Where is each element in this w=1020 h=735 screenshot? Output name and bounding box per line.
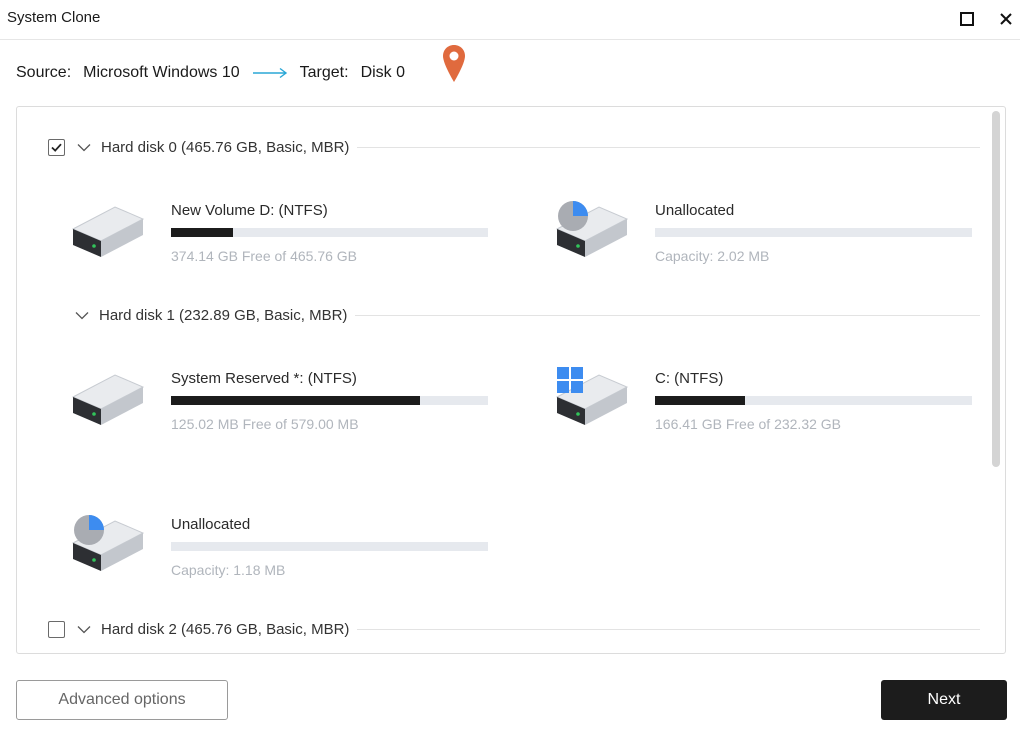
advanced-options-button[interactable]: Advanced options (16, 680, 228, 720)
disk-1-label: Hard disk 1 (232.89 GB, Basic, MBR) (99, 306, 348, 324)
usage-bar-fill (171, 228, 234, 237)
partition-card-system-reserved[interactable]: System Reserved *: (NTFS) 125.02 MB Free… (69, 365, 509, 445)
close-icon (1000, 13, 1012, 25)
partition-info: Capacity: 1.18 MB (171, 562, 286, 578)
disk-0-label: Hard disk 0 (465.76 GB, Basic, MBR) (101, 138, 350, 156)
source-value: Microsoft Windows 10 (83, 64, 240, 81)
partition-name: Unallocated (171, 516, 251, 533)
drive-icon (69, 365, 145, 431)
usage-bar (171, 542, 488, 551)
disk-header-1: Hard disk 1 (232.89 GB, Basic, MBR) (75, 305, 980, 325)
usage-bar-fill (171, 396, 420, 405)
unallocated-drive-icon (69, 515, 145, 577)
disk-2-checkbox[interactable] (48, 620, 65, 638)
partition-card-unallocated-0[interactable]: Unallocated Capacity: 2.02 MB (553, 197, 993, 277)
chevron-down-icon[interactable] (77, 143, 91, 152)
window-title: System Clone (7, 9, 101, 26)
checkmark-icon (51, 143, 62, 152)
partition-info: 374.14 GB Free of 465.76 GB (171, 248, 358, 264)
source-target-line: Source: Microsoft Windows 10 Target: Dis… (16, 64, 405, 82)
maximize-icon (960, 12, 974, 26)
source-label: Source: (16, 64, 72, 81)
target-value: Disk 0 (360, 64, 406, 81)
partition-name: System Reserved *: (NTFS) (171, 370, 357, 387)
unallocated-drive-icon (553, 201, 629, 263)
divider (357, 628, 980, 630)
usage-bar (655, 396, 972, 405)
divider (357, 146, 980, 148)
disk-0-checkbox[interactable] (48, 138, 65, 156)
disk-list-panel: Hard disk 0 (465.76 GB, Basic, MBR) New … (16, 106, 1006, 654)
location-pin-icon (442, 44, 466, 89)
partition-card-new-volume-d[interactable]: New Volume D: (NTFS) 374.14 GB Free of 4… (69, 197, 509, 277)
partition-name: C: (NTFS) (655, 370, 724, 387)
disk-header-0: Hard disk 0 (465.76 GB, Basic, MBR) (48, 137, 980, 157)
close-button[interactable] (995, 8, 1017, 30)
usage-bar-fill (655, 396, 746, 405)
maximize-button[interactable] (956, 8, 978, 30)
partition-info: 125.02 MB Free of 579.00 MB (171, 416, 359, 432)
partition-card-c[interactable]: C: (NTFS) 166.41 GB Free of 232.32 GB (553, 365, 993, 445)
next-button[interactable]: Next (881, 680, 1007, 720)
partition-info: Capacity: 2.02 MB (655, 248, 770, 264)
usage-bar (171, 396, 488, 405)
disk-2-label: Hard disk 2 (465.76 GB, Basic, MBR) (101, 620, 350, 638)
disk-header-2: Hard disk 2 (465.76 GB, Basic, MBR) (48, 619, 980, 639)
chevron-down-icon[interactable] (77, 625, 91, 634)
partition-card-unallocated-1[interactable]: Unallocated Capacity: 1.18 MB (69, 511, 509, 591)
partition-name: Unallocated (655, 202, 735, 219)
usage-bar (171, 228, 488, 237)
arrow-right-icon (252, 67, 288, 79)
usage-bar (655, 228, 972, 237)
target-label: Target: (299, 64, 349, 81)
partition-name: New Volume D: (NTFS) (171, 202, 328, 219)
divider (355, 314, 980, 316)
vertical-scrollbar[interactable] (992, 111, 1000, 467)
partition-info: 166.41 GB Free of 232.32 GB (655, 416, 842, 432)
chevron-down-icon[interactable] (75, 311, 89, 320)
windows-drive-icon (553, 367, 629, 431)
drive-icon (69, 197, 145, 263)
title-bar: System Clone (0, 0, 1020, 40)
